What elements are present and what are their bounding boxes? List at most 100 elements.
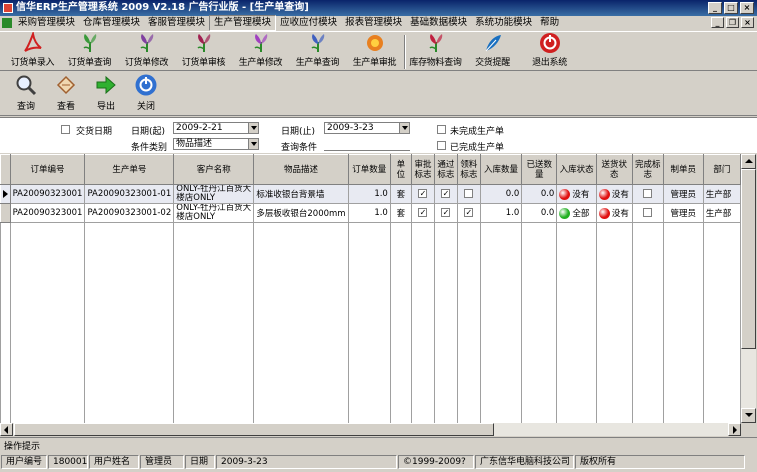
toolbar-button-9[interactable]: 退出系统 — [521, 32, 578, 70]
customer-cell[interactable]: ONLY-牡丹江百货大楼店ONLY — [173, 203, 255, 223]
table-row[interactable]: PA20090323001 PA20090323001-01 ONLY-牡丹江百货大… — [0, 184, 741, 204]
done-checkbox[interactable] — [643, 208, 653, 217]
chevron-down-icon[interactable] — [248, 123, 258, 133]
ship-status-cell[interactable]: 没有 — [595, 184, 633, 204]
ship-status-cell[interactable]: 没有 — [595, 203, 633, 223]
action-button-0[interactable]: 查询 — [6, 72, 46, 114]
sent-qty-cell[interactable]: 0.0 — [521, 184, 558, 204]
pick-flag-cell[interactable]: ✓ — [456, 203, 481, 223]
table-row[interactable]: PA20090323001 PA20090323001-02 ONLY-牡丹江百货大… — [0, 203, 741, 223]
maximize-button[interactable]: □ — [724, 2, 738, 14]
customer-cell[interactable]: ONLY-牡丹江百货大楼店ONLY — [173, 184, 255, 204]
unit-cell[interactable]: 套 — [389, 203, 412, 223]
approve-flag-cell[interactable]: ✓ — [410, 184, 435, 204]
dept-cell[interactable]: 生产部 — [702, 203, 741, 223]
scroll-left-button[interactable] — [0, 423, 13, 436]
column-header[interactable]: 入库数量 — [479, 154, 523, 185]
minimize-button[interactable]: _ — [708, 2, 722, 14]
column-header[interactable]: 通过标志 — [433, 154, 458, 185]
pass-checkbox[interactable]: ✓ — [441, 208, 451, 217]
column-header[interactable]: 领料标志 — [456, 154, 481, 185]
date-from-picker[interactable]: 2009-2-21 — [173, 122, 259, 134]
item-cell[interactable]: 标准收银台背景墙 — [253, 184, 349, 204]
unit-cell[interactable]: 套 — [389, 184, 412, 204]
toolbar-button-3[interactable]: 订货单审核 — [175, 32, 232, 70]
item-cell[interactable]: 多层板收银台2000mm — [253, 203, 349, 223]
scroll-right-button[interactable] — [728, 423, 741, 436]
menu-system[interactable]: 系统功能模块 — [471, 16, 536, 30]
column-header[interactable]: 已送数量 — [521, 154, 558, 185]
maker-cell[interactable]: 管理员 — [662, 203, 704, 223]
menu-receivables[interactable]: 应收应付模块 — [276, 16, 341, 30]
toolbar-button-4[interactable]: 生产单修改 — [232, 32, 289, 70]
toolbar-button-7[interactable]: 库存物料查询 — [407, 32, 464, 70]
stock-qty-cell[interactable]: 1.0 — [479, 203, 523, 223]
stock-qty-cell[interactable]: 0.0 — [479, 184, 523, 204]
done-flag-cell[interactable] — [631, 184, 664, 204]
qty-cell[interactable]: 1.0 — [347, 203, 391, 223]
pick-flag-cell[interactable] — [456, 184, 481, 204]
pick-checkbox[interactable] — [464, 189, 474, 198]
toolbar-button-6[interactable]: 生产单审批 — [346, 32, 403, 70]
pick-checkbox[interactable]: ✓ — [464, 208, 474, 217]
column-header[interactable]: 物品描述 — [253, 154, 349, 185]
column-header[interactable]: 送货状态 — [595, 154, 633, 185]
maker-cell[interactable]: 管理员 — [662, 184, 704, 204]
menu-purchase[interactable]: 采购管理模块 — [14, 16, 79, 30]
mdi-minimize-button[interactable]: _ — [711, 17, 724, 28]
column-header[interactable]: 完成标志 — [631, 154, 664, 185]
toolbar-button-5[interactable]: 生产单查询 — [289, 32, 346, 70]
incomplete-checkbox[interactable] — [437, 125, 446, 134]
action-button-3[interactable]: 关闭 — [126, 72, 166, 114]
delivery-date-checkbox[interactable] — [61, 125, 70, 134]
chevron-down-icon[interactable] — [399, 123, 409, 133]
menu-basic-data[interactable]: 基础数据模块 — [406, 16, 471, 30]
row-header[interactable] — [0, 184, 11, 204]
scroll-down-button[interactable] — [741, 408, 756, 423]
vertical-scrollbar[interactable] — [741, 154, 756, 423]
column-header[interactable]: 部门 — [702, 154, 741, 185]
horizontal-scroll-thumb[interactable] — [14, 423, 494, 436]
scroll-thumb[interactable] — [741, 169, 756, 349]
chevron-down-icon[interactable] — [248, 139, 258, 149]
stock-status-cell[interactable]: 全部 — [556, 203, 597, 223]
row-header[interactable] — [0, 203, 11, 223]
toolbar-button-2[interactable]: 订货单修改 — [118, 32, 175, 70]
action-button-2[interactable]: 导出 — [86, 72, 126, 114]
prod-no-cell[interactable]: PA20090323001-02 — [84, 203, 175, 223]
condition-type-select[interactable]: 物品描述 — [173, 138, 259, 150]
close-button[interactable]: × — [740, 2, 754, 14]
sent-qty-cell[interactable]: 0.0 — [521, 203, 558, 223]
toolbar-button-1[interactable]: 订货单查询 — [61, 32, 118, 70]
column-header[interactable]: 客户名称 — [173, 154, 255, 185]
menu-reports[interactable]: 报表管理模块 — [341, 16, 406, 30]
prod-no-cell[interactable]: PA20090323001-01 — [84, 184, 175, 204]
scroll-up-button[interactable] — [741, 154, 756, 169]
pass-flag-cell[interactable]: ✓ — [433, 184, 458, 204]
mdi-restore-button[interactable]: ❐ — [726, 17, 739, 28]
pass-flag-cell[interactable]: ✓ — [433, 203, 458, 223]
action-button-1[interactable]: 查看 — [46, 72, 86, 114]
mdi-system-icon[interactable] — [2, 18, 12, 28]
column-header[interactable]: 制单员 — [662, 154, 704, 185]
dept-cell[interactable]: 生产部 — [702, 184, 741, 204]
horizontal-scrollbar[interactable] — [0, 423, 741, 436]
approve-checkbox[interactable]: ✓ — [418, 208, 428, 217]
done-checkbox[interactable] — [643, 189, 653, 198]
order-no-cell[interactable]: PA20090323001 — [9, 203, 86, 223]
order-no-cell[interactable]: PA20090323001 — [9, 184, 86, 204]
approve-checkbox[interactable]: ✓ — [418, 189, 428, 198]
menu-production[interactable]: 生产管理模块 — [209, 15, 277, 31]
approve-flag-cell[interactable]: ✓ — [410, 203, 435, 223]
column-header[interactable]: 订单数量 — [347, 154, 391, 185]
column-header[interactable]: 审批标志 — [410, 154, 435, 185]
mdi-close-button[interactable]: × — [741, 17, 754, 28]
column-header[interactable]: 生产单号 — [84, 154, 175, 185]
menu-help[interactable]: 帮助 — [536, 16, 563, 30]
menu-warehouse[interactable]: 仓库管理模块 — [79, 16, 144, 30]
pass-checkbox[interactable]: ✓ — [441, 189, 451, 198]
date-to-picker[interactable]: 2009-3-23 — [324, 122, 410, 134]
complete-checkbox[interactable] — [437, 141, 446, 150]
stock-status-cell[interactable]: 没有 — [556, 184, 597, 204]
menu-customer-service[interactable]: 客服管理模块 — [144, 16, 209, 30]
